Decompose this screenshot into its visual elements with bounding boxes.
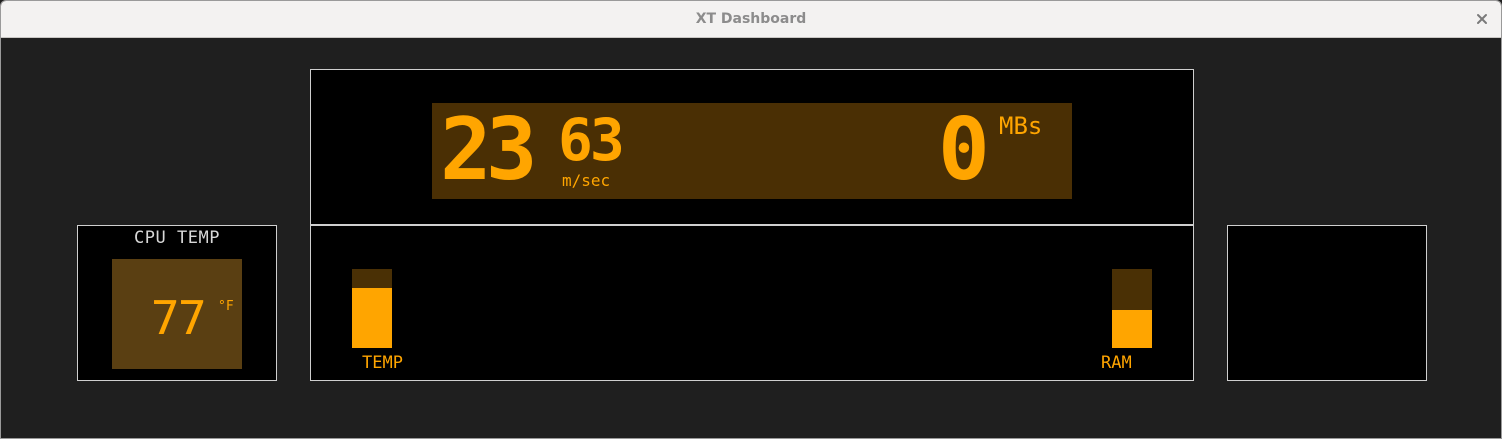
app-window: XT Dashboard CPU TEMP 77 °F 23 63 m/sec … [0, 0, 1502, 439]
speed-unit: m/sec [562, 171, 611, 190]
ram-gauge [1112, 269, 1152, 348]
lcd-display: 23 63 m/sec 0 MBs [432, 103, 1072, 199]
cpu-temp-panel: CPU TEMP 77 °F [77, 225, 277, 381]
throughput-value: 0 [938, 100, 990, 200]
temp-gauge-fill [352, 287, 392, 348]
ram-gauge-fill [1112, 310, 1152, 348]
window-title: XT Dashboard [695, 11, 807, 27]
main-readout-panel: 23 63 m/sec 0 MBs [310, 69, 1194, 225]
cpu-temp-value: 77 [150, 291, 207, 345]
temp-gauge-label: TEMP [362, 353, 403, 373]
throughput-unit: MBs [999, 112, 1043, 140]
cpu-temp-display: 77 °F [112, 259, 242, 369]
close-button[interactable] [1473, 10, 1491, 28]
gauges-panel: TEMP RAM [310, 225, 1194, 381]
close-icon[interactable] [1473, 10, 1491, 28]
temp-gauge [352, 269, 392, 348]
title-bar[interactable]: XT Dashboard [1, 1, 1501, 38]
ram-gauge-label: RAM [1101, 353, 1132, 373]
speed-value-major: 23 [440, 100, 538, 200]
cpu-temp-unit: °F [218, 299, 234, 314]
cpu-temp-label: CPU TEMP [134, 228, 220, 248]
empty-panel [1227, 225, 1427, 381]
speed-value-minor: 63 [558, 106, 625, 174]
